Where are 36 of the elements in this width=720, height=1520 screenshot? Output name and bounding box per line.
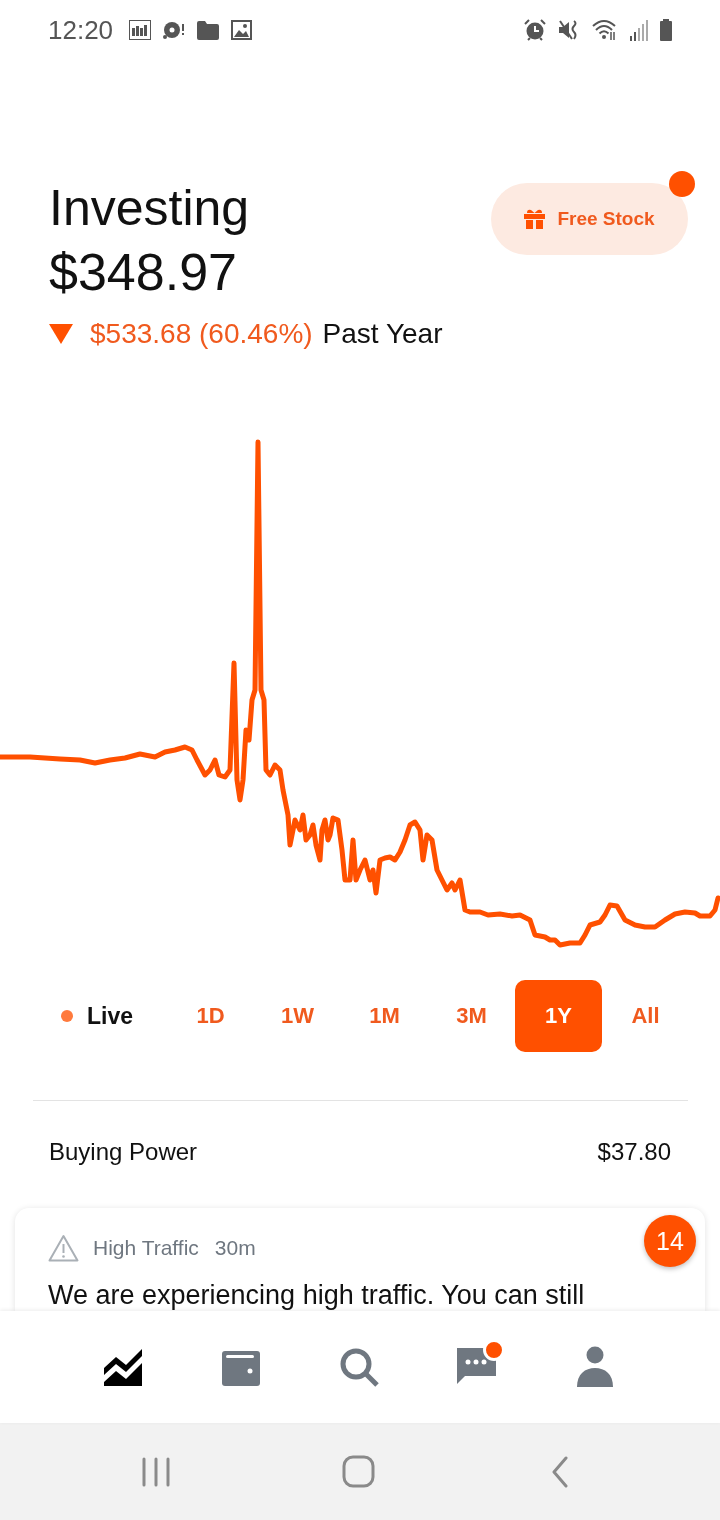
change-amount: $533.68 (60.46%): [90, 317, 313, 351]
range-tab[interactable]: 1D: [167, 980, 254, 1052]
range-tab[interactable]: 1Y: [515, 980, 602, 1052]
buying-power-label: Buying Power: [49, 1138, 198, 1166]
signal-icon: [630, 19, 648, 41]
free-stock-button[interactable]: Free Stock: [491, 183, 688, 255]
recent-apps-icon[interactable]: [141, 1456, 171, 1487]
card-time: 30m: [214, 1236, 256, 1260]
range-tab[interactable]: 1M: [341, 980, 428, 1052]
image-icon: [231, 20, 253, 40]
count-badge: 14: [644, 1215, 696, 1267]
page-title: Investing: [49, 180, 251, 236]
card-message: We are experiencing high traffic. You can still: [48, 1280, 586, 1311]
back-icon[interactable]: [551, 1455, 569, 1488]
warning-icon: [48, 1234, 79, 1262]
live-dot-icon: [61, 1010, 73, 1022]
card-title: High Traffic: [93, 1236, 199, 1260]
alarm-clock-icon: [524, 19, 546, 41]
range-tab[interactable]: 1W: [254, 980, 341, 1052]
folder-icon: [197, 20, 220, 40]
person-icon[interactable]: [574, 1346, 616, 1388]
search-icon[interactable]: [338, 1346, 380, 1388]
home-icon[interactable]: [341, 1455, 375, 1488]
status-time: 12:20: [48, 15, 114, 45]
wifi-icon: [592, 19, 618, 41]
change-period: Past Year: [322, 317, 443, 351]
gift-icon: [524, 209, 546, 229]
portfolio-value: $348.97: [49, 243, 238, 301]
range-tab[interactable]: 3M: [428, 980, 515, 1052]
battery-icon: [660, 19, 672, 41]
notification-card[interactable]: High Traffic 30m We are experiencing high traffic. You can still 14: [15, 1208, 705, 1311]
disc-icon: [163, 20, 186, 40]
range-tab[interactable]: All: [602, 980, 689, 1052]
buying-power-value: $37.80: [597, 1138, 671, 1166]
equalizer-icon: [129, 20, 152, 40]
live-label: Live: [87, 1002, 134, 1030]
